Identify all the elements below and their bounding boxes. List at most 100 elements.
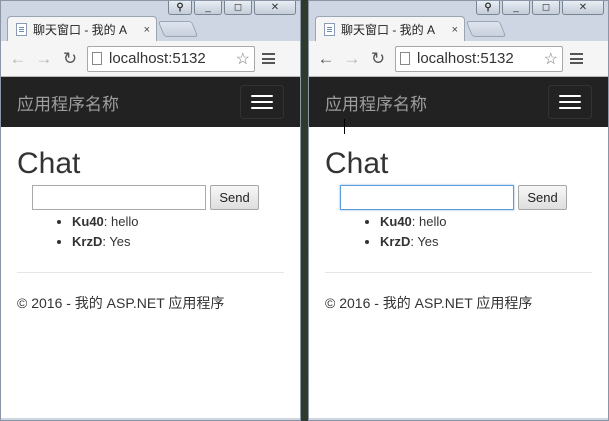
- page-icon: [92, 52, 102, 65]
- maximize-icon: ◻: [233, 1, 243, 13]
- maximize-button[interactable]: ◻: [224, 1, 252, 15]
- back-arrow-icon: ←: [317, 48, 335, 68]
- message-text: : Yes: [102, 234, 131, 249]
- maximize-button[interactable]: ◻: [532, 1, 560, 15]
- user-profile-button[interactable]: ⚲: [476, 1, 500, 15]
- close-icon: ✕: [578, 1, 588, 13]
- bookmark-star-icon[interactable]: ☆: [236, 49, 250, 69]
- reload-button[interactable]: ↻: [365, 46, 391, 72]
- footer-divider: [17, 272, 284, 273]
- body-content: Chat Send Ku40: hello KrzD: Yes © 2016 -…: [309, 147, 608, 313]
- new-tab-button[interactable]: [157, 21, 199, 37]
- page-icon: [400, 52, 410, 65]
- reload-button[interactable]: ↻: [57, 46, 83, 72]
- list-item: Ku40: hello: [380, 212, 592, 232]
- hamburger-menu-icon: [569, 53, 583, 64]
- toggle-bar-icon: [251, 101, 273, 103]
- reload-icon: ↻: [62, 48, 78, 68]
- toggle-bar-icon: [559, 107, 581, 109]
- page-favicon-icon: [16, 23, 27, 36]
- footer-text: © 2016 - 我的 ASP.NET 应用程序: [17, 295, 225, 311]
- user-icon: ⚲: [484, 1, 492, 13]
- maximize-icon: ◻: [541, 1, 551, 13]
- list-item: KrzD: Yes: [72, 232, 284, 252]
- footer-divider: [325, 272, 592, 273]
- message-text: : hello: [103, 214, 139, 229]
- address-bar[interactable]: localhost:5132 ☆: [87, 45, 255, 72]
- browser-window-left: ⚲ _ ◻ ✕ 聊天窗口 - 我的 A × ← → ↻ localhost:51…: [0, 0, 301, 421]
- toggle-bar-icon: [251, 107, 273, 109]
- navbar-brand[interactable]: 应用程序名称: [325, 90, 427, 115]
- url-text: localhost:5132: [417, 50, 514, 67]
- close-window-button[interactable]: ✕: [254, 1, 296, 15]
- hamburger-menu-icon: [261, 53, 275, 64]
- forward-arrow-icon: →: [343, 48, 361, 68]
- tab-title: 聊天窗口 - 我的 A: [33, 23, 128, 37]
- list-item: Ku40: hello: [72, 212, 284, 232]
- navbar-toggle-button[interactable]: [240, 85, 284, 119]
- tab-title: 聊天窗口 - 我的 A: [341, 23, 436, 37]
- chat-form: Send: [340, 185, 592, 210]
- url-text: localhost:5132: [109, 50, 206, 67]
- page-title: Chat: [325, 147, 389, 180]
- message-user: KrzD: [380, 234, 411, 249]
- address-bar[interactable]: localhost:5132 ☆: [395, 45, 563, 72]
- close-icon: ✕: [270, 1, 280, 13]
- forward-button[interactable]: →: [339, 46, 365, 72]
- site-navbar: 应用程序名称: [309, 77, 608, 127]
- toggle-bar-icon: [559, 101, 581, 103]
- back-button[interactable]: ←: [313, 46, 339, 72]
- site-navbar: 应用程序名称: [1, 77, 300, 127]
- navbar-toggle-button[interactable]: [548, 85, 592, 119]
- user-profile-button[interactable]: ⚲: [168, 1, 192, 15]
- minimize-icon: _: [513, 1, 519, 13]
- browser-tab[interactable]: 聊天窗口 - 我的 A ×: [315, 16, 465, 42]
- message-list: Ku40: hello KrzD: Yes: [72, 212, 284, 252]
- user-icon: ⚲: [176, 1, 184, 13]
- message-text: : hello: [411, 214, 447, 229]
- page-viewport: 应用程序名称 Chat Send Ku40: hello KrzD: Yes ©…: [1, 77, 300, 418]
- browser-toolbar: ← → ↻ localhost:5132 ☆: [309, 41, 608, 77]
- new-tab-button[interactable]: [465, 21, 507, 37]
- chat-form: Send: [32, 185, 284, 210]
- close-window-button[interactable]: ✕: [562, 1, 604, 15]
- tab-close-icon[interactable]: ×: [452, 24, 458, 36]
- toggle-bar-icon: [559, 95, 581, 97]
- window-controls: ⚲ _ ◻ ✕: [168, 1, 296, 15]
- message-input[interactable]: [340, 185, 514, 210]
- message-input[interactable]: [32, 185, 206, 210]
- forward-arrow-icon: →: [35, 48, 53, 68]
- list-item: KrzD: Yes: [380, 232, 592, 252]
- page-title: Chat: [17, 147, 81, 180]
- text-caret: [344, 119, 345, 134]
- tab-close-icon[interactable]: ×: [144, 24, 150, 36]
- reload-icon: ↻: [370, 48, 386, 68]
- browser-window-right: ⚲ _ ◻ ✕ 聊天窗口 - 我的 A × ← → ↻ localhost:51…: [308, 0, 609, 421]
- back-arrow-icon: ←: [9, 48, 27, 68]
- body-content: Chat Send Ku40: hello KrzD: Yes © 2016 -…: [1, 147, 300, 313]
- page-favicon-icon: [324, 23, 335, 36]
- bookmark-star-icon[interactable]: ☆: [544, 49, 558, 69]
- toggle-bar-icon: [251, 95, 273, 97]
- browser-toolbar: ← → ↻ localhost:5132 ☆: [1, 41, 300, 77]
- page-viewport: 应用程序名称 Chat Send Ku40: hello KrzD: Yes ©…: [309, 77, 608, 418]
- message-user: Ku40: [380, 214, 412, 229]
- message-user: Ku40: [72, 214, 104, 229]
- title-bar: ⚲ _ ◻ ✕ 聊天窗口 - 我的 A ×: [309, 1, 608, 42]
- back-button[interactable]: ←: [5, 46, 31, 72]
- send-button[interactable]: Send: [518, 185, 567, 210]
- minimize-button[interactable]: _: [502, 1, 530, 15]
- forward-button[interactable]: →: [31, 46, 57, 72]
- minimize-icon: _: [205, 1, 211, 13]
- browser-menu-button[interactable]: [565, 46, 587, 72]
- send-button[interactable]: Send: [210, 185, 259, 210]
- window-controls: ⚲ _ ◻ ✕: [476, 1, 604, 15]
- browser-menu-button[interactable]: [257, 46, 279, 72]
- title-bar: ⚲ _ ◻ ✕ 聊天窗口 - 我的 A ×: [1, 1, 300, 42]
- message-list: Ku40: hello KrzD: Yes: [380, 212, 592, 252]
- browser-tab[interactable]: 聊天窗口 - 我的 A ×: [7, 16, 157, 42]
- footer-text: © 2016 - 我的 ASP.NET 应用程序: [325, 295, 533, 311]
- minimize-button[interactable]: _: [194, 1, 222, 15]
- navbar-brand[interactable]: 应用程序名称: [17, 90, 119, 115]
- message-user: KrzD: [72, 234, 103, 249]
